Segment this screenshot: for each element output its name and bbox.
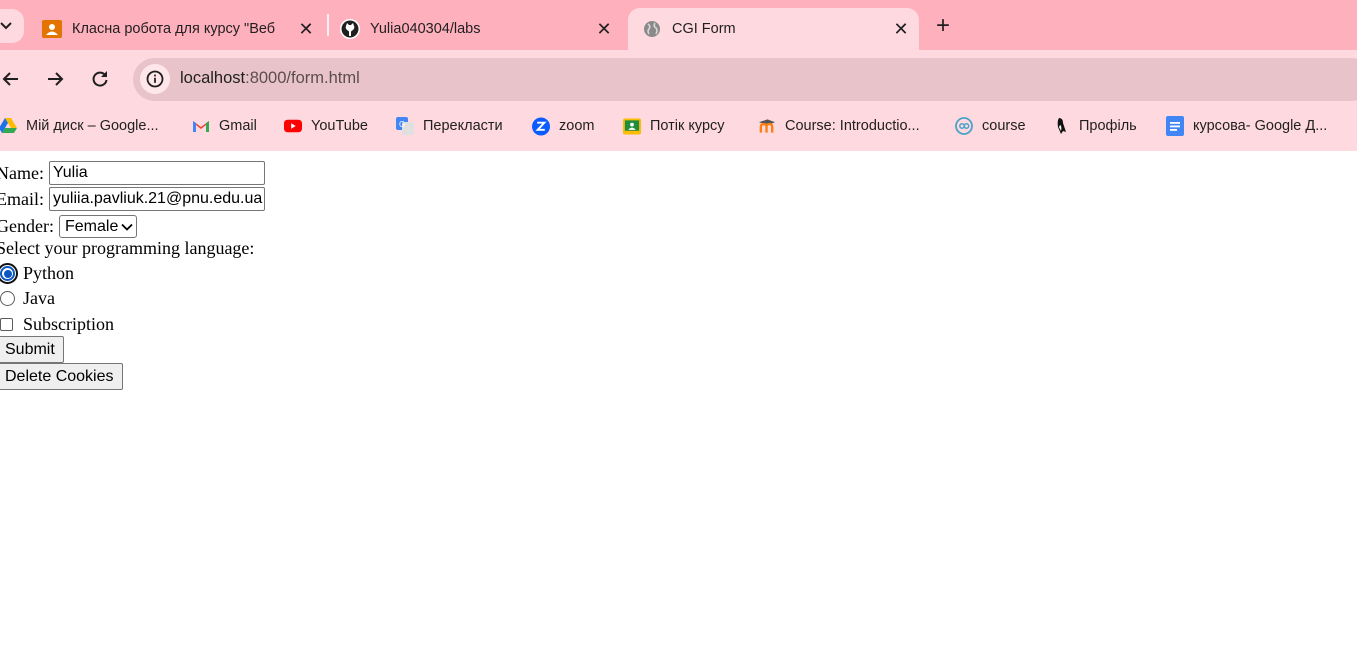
bookmark-zoom[interactable]: zoom [532, 114, 594, 138]
zoom-icon [532, 117, 550, 135]
google-docs-icon [1166, 116, 1184, 136]
gender-select[interactable]: Female [58, 215, 138, 238]
url-path: :8000/form.html [245, 69, 360, 87]
bookmark-moodle-course[interactable]: Course: Introductio... [758, 114, 920, 138]
subscription-row: Subscription [0, 314, 114, 335]
url-host: localhost [180, 69, 246, 87]
gender-label: Gender: [0, 216, 54, 236]
name-field[interactable]: Yulia [48, 161, 265, 185]
bookmark-youtube[interactable]: YouTube [284, 114, 368, 138]
subscription-label: Subscription [23, 314, 115, 334]
tab-strip: Класна робота для курсу "Веб ✕ Yulia0403… [0, 0, 1357, 50]
svg-text:G: G [399, 120, 405, 129]
bookmark-label: Мій диск – Google... [26, 118, 159, 134]
bookmark-label: Потік курсу [650, 118, 725, 134]
back-arrow-icon [2, 72, 18, 86]
close-tab-icon[interactable]: ✕ [292, 15, 320, 43]
delete-cookies-row: Delete Cookies [0, 363, 123, 390]
new-tab-button[interactable]: + [927, 11, 959, 41]
submit-row: Submit [0, 336, 64, 363]
google-translate-icon: G [396, 117, 414, 135]
github-icon [340, 19, 360, 39]
globe-icon [642, 19, 662, 39]
tab-cgi-form[interactable]: CGI Form ✕ [628, 8, 919, 50]
bookmark-classroom-stream[interactable]: Потік курсу [623, 114, 725, 138]
bookmark-google-docs[interactable]: курсова- Google Д... [1166, 114, 1327, 138]
tab-title: CGI Form [672, 21, 736, 37]
gmail-icon [192, 117, 210, 135]
back-button[interactable] [0, 62, 28, 96]
google-drive-icon [0, 117, 17, 135]
page-content: Name: Yulia Email: yuliia.pavliuk.21@pnu… [0, 151, 1357, 651]
bookmark-profile[interactable]: Профіль [1052, 114, 1137, 138]
bookmark-label: Gmail [219, 118, 257, 134]
bookmarks-bar: Мій диск – Google... Gmail YouTube G Пер… [0, 114, 1357, 138]
bookmark-label: course [982, 118, 1026, 134]
submit-button[interactable]: Submit [0, 336, 64, 363]
delete-cookies-button[interactable]: Delete Cookies [0, 363, 123, 390]
bookmark-label: YouTube [311, 118, 368, 134]
bookmark-google-drive[interactable]: Мій диск – Google... [0, 114, 159, 138]
bookmark-translate[interactable]: G Перекласти [396, 114, 503, 138]
penguin-icon [1052, 117, 1070, 135]
python-radio[interactable] [0, 263, 18, 284]
email-field[interactable]: yuliia.pavliuk.21@pnu.edu.ua [49, 187, 265, 211]
email-label: Email: [0, 188, 44, 209]
course-icon [955, 117, 973, 135]
tab-github[interactable]: Yulia040304/labs ✕ [326, 8, 622, 50]
bookmark-label: курсова- Google Д... [1193, 118, 1328, 134]
url-text[interactable]: localhost:8000/form.html [180, 69, 360, 88]
browser-chrome: Класна робота для курсу "Веб ✕ Yulia0403… [0, 0, 1357, 151]
subscription-checkbox[interactable] [0, 318, 13, 331]
google-classroom-icon [623, 117, 641, 135]
forward-arrow-icon [48, 72, 64, 86]
close-tab-icon[interactable]: ✕ [590, 15, 618, 43]
email-row: Email: yuliia.pavliuk.21@pnu.edu.ua [0, 187, 265, 211]
chevron-down-icon [121, 223, 133, 231]
forward-button[interactable] [38, 62, 72, 96]
name-label: Name: [0, 162, 44, 183]
google-classroom-icon [42, 19, 62, 39]
chevron-down-icon [0, 22, 12, 30]
tab-title: Yulia040304/labs [370, 21, 481, 37]
bookmark-label: Профіль [1079, 118, 1137, 134]
language-option-java: Java [0, 288, 55, 309]
name-row: Name: Yulia [0, 161, 265, 185]
bookmark-label: zoom [559, 118, 595, 134]
gender-row: Gender: Female [0, 215, 138, 238]
gender-selected-value: Female [64, 217, 119, 235]
java-radio[interactable] [0, 291, 15, 306]
language-prompt-row: Select your programming language: [0, 238, 254, 259]
tab-search-button[interactable] [0, 9, 24, 43]
reload-button[interactable] [83, 62, 117, 96]
reload-icon [92, 71, 108, 87]
bookmark-label: Course: Introductio... [785, 118, 920, 134]
python-label: Python [23, 263, 75, 283]
tab-title: Класна робота для курсу "Веб [72, 21, 276, 37]
site-info-icon[interactable] [140, 64, 170, 94]
youtube-icon [284, 117, 302, 135]
tab-classroom[interactable]: Класна робота для курсу "Веб ✕ [28, 8, 324, 50]
close-tab-icon[interactable]: ✕ [887, 15, 915, 43]
bookmark-course[interactable]: course [955, 114, 1026, 138]
bookmark-gmail[interactable]: Gmail [192, 114, 257, 138]
java-label: Java [23, 288, 55, 308]
language-option-python: Python [0, 263, 74, 284]
language-prompt: Select your programming language: [0, 238, 255, 258]
bookmark-label: Перекласти [423, 118, 503, 134]
moodle-icon [758, 117, 776, 135]
